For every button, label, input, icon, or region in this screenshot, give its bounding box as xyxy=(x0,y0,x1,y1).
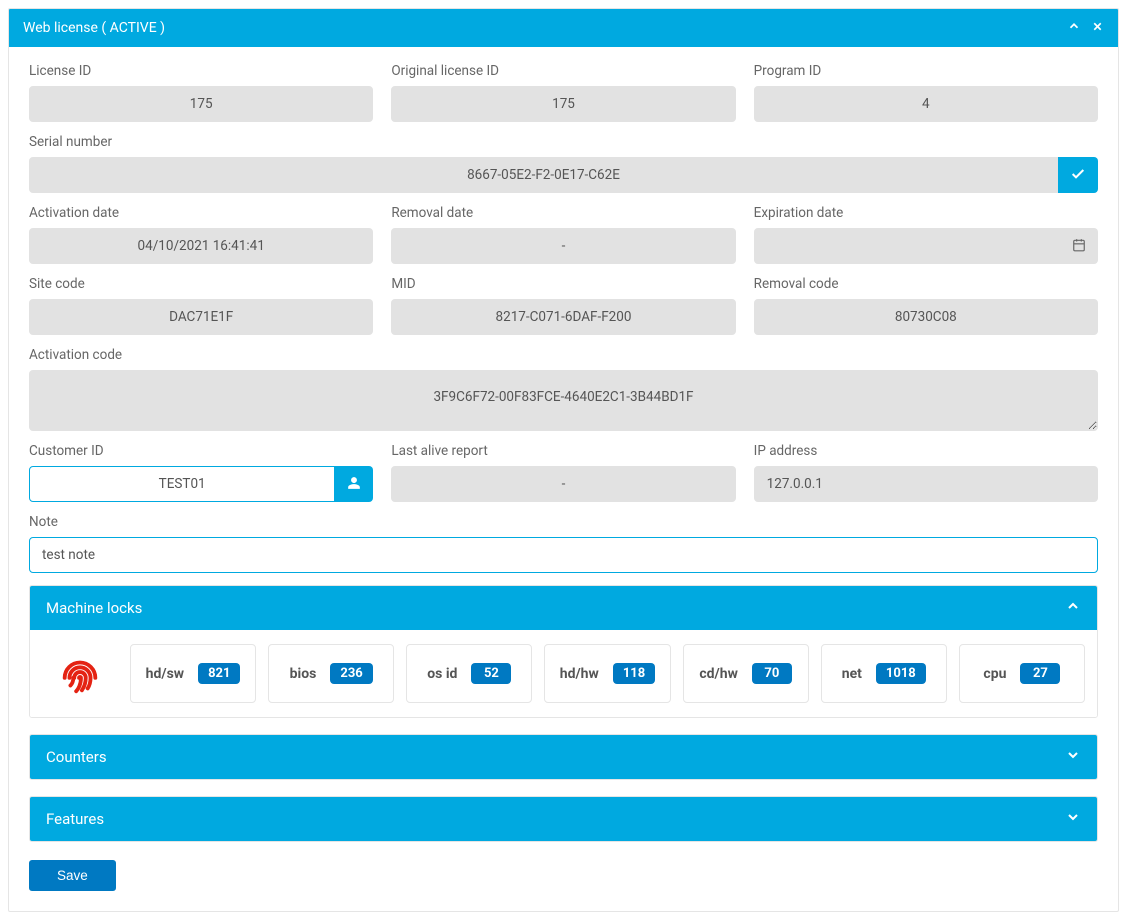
program-id-field xyxy=(754,86,1098,122)
note-label: Note xyxy=(29,514,1098,530)
counters-panel: Counters xyxy=(29,734,1098,780)
lock-badge: 118 xyxy=(613,663,655,684)
lock-label: hd/sw xyxy=(146,666,184,682)
program-id-label: Program ID xyxy=(754,63,1098,79)
original-license-id-field xyxy=(391,86,735,122)
features-header[interactable]: Features xyxy=(30,797,1097,841)
note-field[interactable] xyxy=(29,537,1098,573)
chevron-down-icon xyxy=(1065,809,1081,829)
lock-badge: 70 xyxy=(752,663,792,684)
activation-date-field xyxy=(29,228,373,264)
panel-title: Web license ( ACTIVE ) xyxy=(23,20,165,36)
counters-title: Counters xyxy=(46,748,107,766)
features-panel: Features xyxy=(29,796,1098,842)
lock-card: net 1018 xyxy=(821,644,947,703)
counters-header[interactable]: Counters xyxy=(30,735,1097,779)
lock-label: cd/hw xyxy=(699,666,738,682)
lock-card: cpu 27 xyxy=(959,644,1085,703)
serial-number-label: Serial number xyxy=(29,134,1098,150)
ip-address-label: IP address xyxy=(754,443,1098,459)
lock-label: hd/hw xyxy=(560,666,599,682)
customer-id-field[interactable] xyxy=(29,466,335,502)
mid-label: MID xyxy=(391,276,735,292)
activation-code-label: Activation code xyxy=(29,347,1098,363)
machine-locks-title: Machine locks xyxy=(46,599,142,617)
lock-label: bios xyxy=(290,666,317,682)
expiration-date-field[interactable] xyxy=(754,228,1060,264)
license-panel: Web license ( ACTIVE ) License ID Origin… xyxy=(8,8,1119,912)
removal-code-label: Removal code xyxy=(754,276,1098,292)
check-icon xyxy=(1070,166,1086,185)
user-icon xyxy=(347,476,361,493)
customer-lookup-button[interactable] xyxy=(335,466,373,502)
lock-badge: 821 xyxy=(198,663,240,684)
site-code-field xyxy=(29,299,373,335)
lock-label: net xyxy=(842,666,862,682)
calendar-icon xyxy=(1072,238,1086,255)
ip-address-field xyxy=(754,466,1098,502)
serial-number-field xyxy=(29,157,1058,193)
customer-id-label: Customer ID xyxy=(29,443,373,459)
lock-card: hd/hw 118 xyxy=(544,644,670,703)
lock-card: hd/sw 821 xyxy=(130,644,256,703)
machine-locks-panel: Machine locks hd/sw 821 bios 236 os id 52 hd/h… xyxy=(29,585,1098,718)
lock-badge: 52 xyxy=(471,663,511,684)
removal-date-label: Removal date xyxy=(391,205,735,221)
chevron-up-icon xyxy=(1065,598,1081,618)
chevron-down-icon xyxy=(1065,747,1081,767)
machine-locks-body: hd/sw 821 bios 236 os id 52 hd/hw 118 cd/hw 70 net… xyxy=(30,630,1097,717)
collapse-icon[interactable] xyxy=(1067,19,1081,37)
activation-code-field xyxy=(29,370,1098,431)
license-id-field xyxy=(29,86,373,122)
removal-code-field xyxy=(754,299,1098,335)
panel-header-actions xyxy=(1067,19,1104,37)
activation-date-label: Activation date xyxy=(29,205,373,221)
removal-date-field xyxy=(391,228,735,264)
fingerprint-icon xyxy=(42,651,118,697)
close-icon[interactable] xyxy=(1091,20,1104,37)
features-title: Features xyxy=(46,810,104,828)
lock-badge: 1018 xyxy=(876,663,926,684)
machine-locks-header[interactable]: Machine locks xyxy=(30,586,1097,630)
last-alive-field xyxy=(391,466,735,502)
expiration-date-label: Expiration date xyxy=(754,205,1098,221)
save-button[interactable]: Save xyxy=(29,860,116,891)
panel-header: Web license ( ACTIVE ) xyxy=(9,9,1118,47)
lock-card: bios 236 xyxy=(268,644,394,703)
expiration-calendar-button[interactable] xyxy=(1060,228,1098,264)
lock-label: cpu xyxy=(983,666,1006,682)
original-license-id-label: Original license ID xyxy=(391,63,735,79)
lock-card: os id 52 xyxy=(406,644,532,703)
lock-card: cd/hw 70 xyxy=(683,644,809,703)
serial-confirm-button[interactable] xyxy=(1058,157,1098,193)
last-alive-label: Last alive report xyxy=(391,443,735,459)
lock-badge: 27 xyxy=(1020,663,1060,684)
panel-body: License ID Original license ID Program I… xyxy=(9,47,1118,911)
mid-field xyxy=(391,299,735,335)
license-id-label: License ID xyxy=(29,63,373,79)
lock-label: os id xyxy=(427,666,457,682)
lock-badge: 236 xyxy=(330,663,372,684)
site-code-label: Site code xyxy=(29,276,373,292)
